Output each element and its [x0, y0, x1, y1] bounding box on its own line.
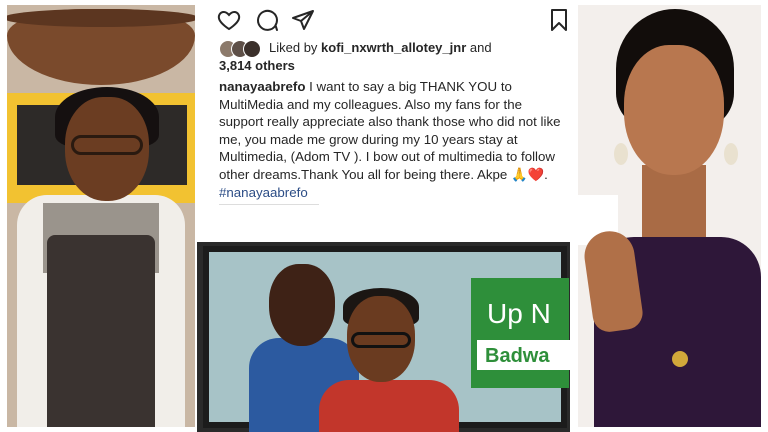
left-photo	[7, 5, 195, 427]
caption-text: I want to say a big THANK YOU to MultiMe…	[219, 79, 561, 182]
apron	[47, 235, 155, 427]
clay-pot-rim	[7, 9, 195, 27]
show-title: Up N	[487, 298, 551, 329]
earring	[614, 143, 628, 165]
liked-by-line: Liked by kofi_nxwrth_allotey_jnr and	[269, 40, 492, 55]
man-head	[269, 264, 335, 346]
instagram-post: Liked by kofi_nxwrth_allotey_jnr and 3,8…	[203, 0, 575, 210]
studio-photo: Up N Badwa	[197, 242, 570, 432]
glasses	[71, 135, 143, 155]
show-subtitle: Badwa	[485, 345, 550, 367]
divider	[219, 204, 319, 210]
caption-username-link[interactable]: nanayaabrefo	[219, 79, 305, 94]
show-title-card: Up N Badwa	[471, 278, 570, 388]
bookmark-icon[interactable]	[547, 8, 571, 32]
right-photo	[578, 5, 761, 427]
photo-frame: Up N Badwa	[203, 246, 570, 432]
share-icon[interactable]	[291, 8, 315, 32]
face	[624, 45, 724, 175]
liked-by-prefix: Liked by	[269, 40, 322, 55]
heart-icon[interactable]	[217, 8, 241, 32]
liked-by-avatars	[219, 40, 265, 58]
liked-by-user-link[interactable]: kofi_nxwrth_allotey_jnr	[321, 40, 466, 55]
post-caption: nanayaabrefo I want to say a big THANK Y…	[219, 78, 569, 201]
earring	[724, 143, 738, 165]
liked-by-suffix: and	[466, 40, 492, 55]
red-top	[319, 380, 459, 432]
brooch	[672, 351, 688, 367]
likes-count-link[interactable]: 3,814 others	[219, 58, 295, 73]
comment-icon[interactable]	[255, 8, 279, 32]
glasses	[351, 332, 411, 348]
show-subtitle-box: Badwa	[477, 340, 570, 370]
avatar	[243, 40, 261, 58]
post-action-bar	[217, 8, 567, 32]
caption-hashtag-link[interactable]: #nanayaabrefo	[219, 185, 308, 200]
